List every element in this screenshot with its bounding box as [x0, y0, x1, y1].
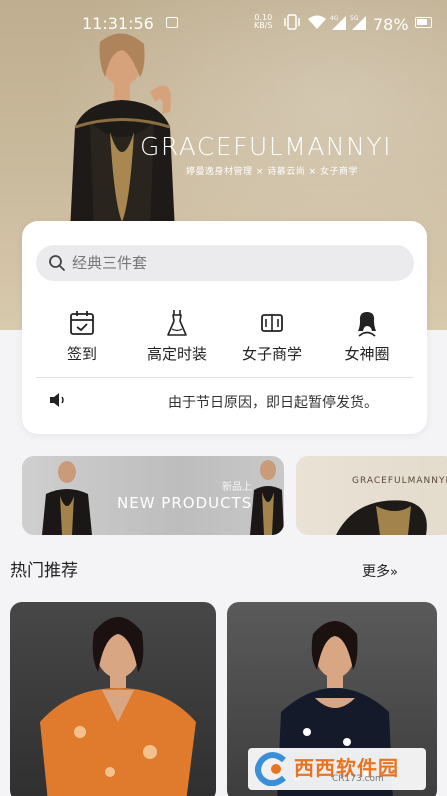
card-divider — [36, 377, 414, 378]
banner-new-products-text: NEW PRODUCTS — [117, 494, 253, 512]
woman-profile-icon — [358, 312, 376, 337]
dress-icon — [167, 310, 187, 336]
network-speed-unit: KB/S — [254, 21, 273, 30]
product-card[interactable] — [10, 602, 216, 796]
notice-text: 由于节日原因，即日起暂停发货。 — [168, 395, 378, 411]
new-products-banner[interactable]: NEW PRODUCTS 新品上 — [22, 456, 284, 535]
brand-banner[interactable]: GRACEFULMANNYI — [296, 456, 447, 535]
wifi-icon — [308, 15, 326, 29]
cell-signal-4g-icon: 4G — [330, 15, 346, 30]
product-image — [40, 617, 196, 796]
vibrate-icon — [284, 14, 300, 30]
notice-bar[interactable]: 由于节日原因，即日起暂停发货。 — [22, 389, 427, 413]
signal-2-label: 5G — [350, 15, 359, 22]
book-icon — [261, 314, 283, 332]
cell-signal-5g-icon: 5G — [350, 15, 366, 30]
image-notification-icon — [166, 17, 178, 28]
quick-action-couture[interactable]: 高定时装 — [127, 309, 227, 364]
hot-recommendations-title: 热门推荐 — [10, 561, 78, 581]
quick-access-card: 签到 高定时装 女子商学 女神圈 — [22, 221, 427, 434]
watermark: 西西软件园 CR173.com — [248, 748, 426, 790]
quick-action-label: 女神圈 — [344, 345, 390, 363]
speaker-icon — [50, 393, 64, 407]
banner-new-products-cn: 新品上 — [222, 482, 252, 493]
quick-action-checkin[interactable]: 签到 — [32, 309, 132, 364]
hero-brand-title: GRACEFULMANNYI — [140, 132, 392, 161]
watermark-logo-icon — [255, 752, 286, 786]
quick-action-label: 女子商学 — [241, 345, 302, 363]
quick-actions: 签到 高定时装 女子商学 女神圈 — [22, 309, 427, 369]
hero-tagline: 婷曼逸身材管理 × 诗慕云尚 × 女子商学 — [186, 167, 359, 177]
calendar-check-icon — [70, 311, 94, 335]
status-bar: 11:31:56 0.10 KB/S 4G 5G 78% — [0, 0, 447, 44]
battery-icon — [415, 17, 432, 28]
quick-action-goddess-circle[interactable]: 女神圈 — [317, 309, 417, 364]
more-label: 更多 — [362, 564, 390, 580]
status-time: 11:31:56 — [82, 14, 154, 33]
banner-2-model-image — [336, 500, 427, 535]
quick-action-label: 签到 — [66, 345, 97, 363]
signal-1-label: 4G — [330, 15, 339, 22]
network-speed: 0.10 KB/S — [254, 14, 273, 30]
watermark-sub-text: CR173.com — [332, 774, 384, 784]
battery-percent: 78% — [373, 15, 409, 34]
search-input[interactable] — [72, 245, 402, 281]
search-bar[interactable] — [36, 245, 414, 281]
search-icon — [49, 255, 65, 271]
quick-action-business-school[interactable]: 女子商学 — [222, 309, 322, 364]
double-chevron-right-icon: » — [390, 565, 398, 580]
more-link[interactable]: 更多» — [362, 561, 398, 581]
quick-action-label: 高定时装 — [146, 345, 207, 363]
